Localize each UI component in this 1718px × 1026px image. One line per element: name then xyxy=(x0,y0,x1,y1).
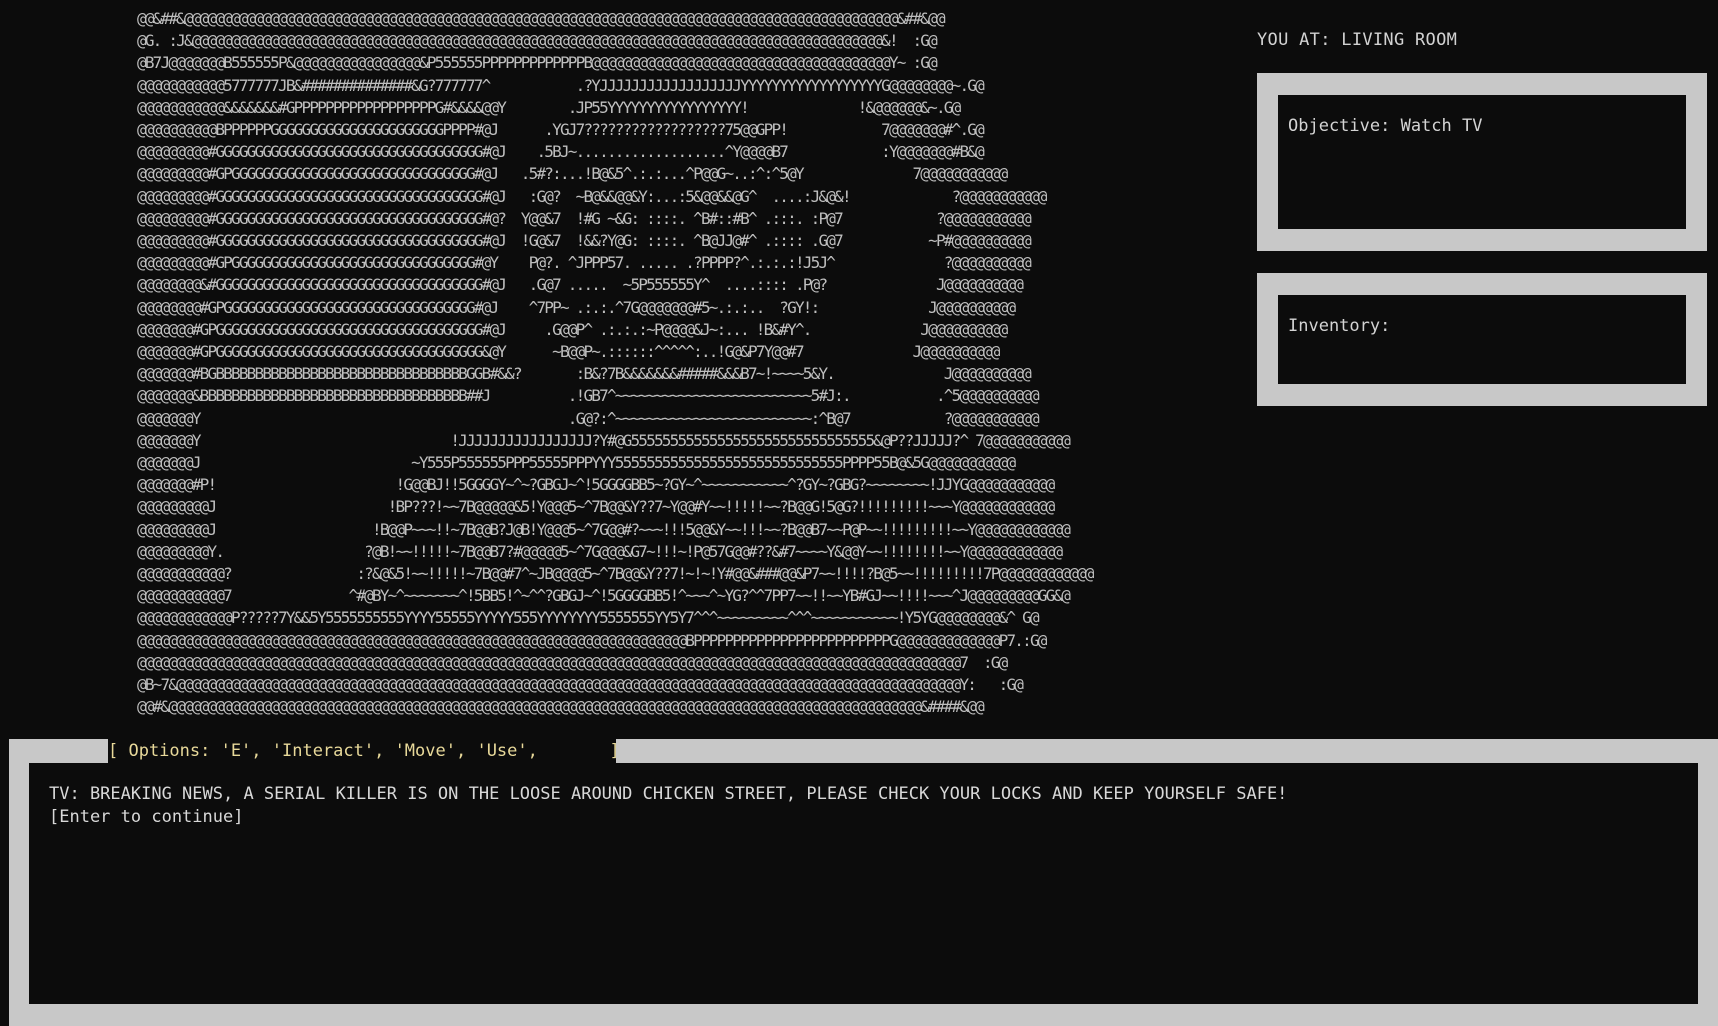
continue-prompt[interactable]: [Enter to continue] xyxy=(49,806,1678,829)
objective-panel: Objective: Watch TV xyxy=(1257,73,1707,251)
ascii-tv-scene: @@&##&@@@@@@@@@@@@@@@@@@@@@@@@@@@@@@@@@@… xyxy=(137,8,1239,718)
dialog-box: [ Options: 'E', 'Interact', 'Move', 'Use… xyxy=(9,739,1718,1026)
location-label: YOU AT: LIVING ROOM xyxy=(1257,30,1458,50)
dialog-message: TV: BREAKING NEWS, A SERIAL KILLER IS ON… xyxy=(49,784,1288,804)
inventory-text: Inventory: xyxy=(1278,295,1686,384)
inventory-panel: Inventory: xyxy=(1257,273,1707,406)
ascii-art-text: @@&##&@@@@@@@@@@@@@@@@@@@@@@@@@@@@@@@@@@… xyxy=(137,9,1094,717)
options-bar[interactable]: [ Options: 'E', 'Interact', 'Move', 'Use… xyxy=(108,739,620,763)
objective-text: Objective: Watch TV xyxy=(1278,95,1686,229)
dialog-content: TV: BREAKING NEWS, A SERIAL KILLER IS ON… xyxy=(29,763,1698,1004)
